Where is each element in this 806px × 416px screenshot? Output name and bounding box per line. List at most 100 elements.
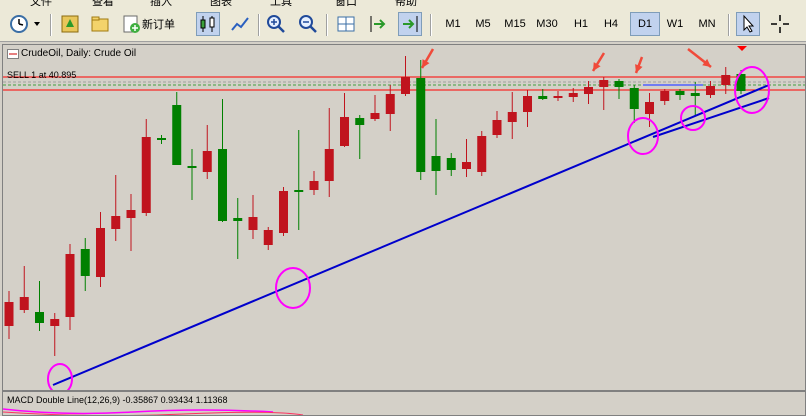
price-chart[interactable] bbox=[3, 45, 806, 390]
timeframe-m5[interactable]: M5 bbox=[468, 12, 498, 36]
chart-title: CrudeOil, Daily: Crude Oil bbox=[21, 48, 137, 59]
new-order-button[interactable]: 新订单 bbox=[120, 12, 186, 36]
toolbar-separator bbox=[728, 14, 730, 36]
toolbar: 新订单 M1 M5 M15 M30 H1 H4 D1 W1 MN bbox=[0, 6, 806, 42]
candle-body bbox=[660, 91, 670, 101]
candle-body bbox=[401, 77, 410, 94]
candle-body bbox=[614, 81, 624, 87]
candle-body bbox=[675, 91, 685, 95]
candle-body bbox=[340, 117, 349, 146]
candle-body bbox=[294, 190, 304, 192]
candle-body bbox=[111, 216, 121, 229]
macd-panel[interactable]: MACD Double Line(12,26,9) -0.35867 0.934… bbox=[3, 392, 805, 415]
toolbar-separator bbox=[430, 14, 432, 36]
bar-chart-button[interactable] bbox=[196, 12, 220, 36]
candle-body bbox=[126, 210, 136, 218]
candle-body bbox=[523, 96, 532, 112]
candle-body bbox=[96, 228, 105, 277]
candle-body bbox=[218, 149, 227, 221]
candle-body bbox=[706, 86, 715, 95]
candle-body bbox=[233, 218, 243, 221]
candle-body bbox=[324, 149, 334, 181]
folder-icon bbox=[91, 16, 109, 32]
candle-body bbox=[553, 96, 563, 98]
candle-body bbox=[446, 158, 456, 170]
candle-body bbox=[492, 120, 502, 135]
toolbar-separator bbox=[326, 14, 328, 36]
timeframe-h1[interactable]: H1 bbox=[566, 12, 596, 36]
zoom-out-icon bbox=[299, 15, 317, 33]
highlight-circle bbox=[275, 267, 311, 309]
candle-body bbox=[416, 78, 426, 172]
new-order-label: 新订单 bbox=[142, 18, 175, 31]
cursor-icon bbox=[743, 14, 755, 33]
timeframe-m15[interactable]: M15 bbox=[500, 12, 530, 36]
candle-body bbox=[172, 105, 182, 165]
chart-window-icon bbox=[7, 49, 19, 59]
auto-trading-button[interactable] bbox=[58, 12, 82, 36]
toolbar-separator bbox=[258, 14, 260, 36]
candle-body bbox=[477, 136, 487, 172]
candle-body bbox=[4, 302, 14, 326]
tile-windows-icon bbox=[337, 16, 355, 32]
current-bar-marker bbox=[737, 46, 747, 51]
candle-body bbox=[263, 230, 273, 245]
timeframe-m1[interactable]: M1 bbox=[438, 12, 468, 36]
profiles-button[interactable] bbox=[88, 12, 112, 36]
macd-lines bbox=[3, 408, 304, 415]
timeframe-w1[interactable]: W1 bbox=[660, 12, 690, 36]
candle-body bbox=[202, 151, 212, 172]
chart-shift-icon bbox=[370, 16, 386, 32]
highlight-circle bbox=[680, 105, 706, 131]
timeframe-m30[interactable]: M30 bbox=[532, 12, 562, 36]
crosshair-icon bbox=[771, 15, 789, 33]
autoscroll-icon bbox=[403, 16, 418, 32]
candle-body bbox=[187, 166, 197, 168]
line-chart-button[interactable] bbox=[228, 12, 252, 36]
candle-body bbox=[721, 75, 731, 85]
chart-window[interactable]: CrudeOil, Daily: Crude Oil SELL 1 at 40.… bbox=[2, 44, 806, 416]
timeframe-dropdown-button[interactable] bbox=[8, 12, 44, 36]
candle-body bbox=[645, 102, 654, 114]
candle-body bbox=[370, 113, 380, 119]
candle-body bbox=[248, 217, 258, 230]
chart-shift-button[interactable] bbox=[366, 12, 390, 36]
candle-body bbox=[538, 96, 548, 99]
candle-body bbox=[690, 93, 700, 96]
candle-body bbox=[629, 88, 639, 109]
candle-body bbox=[355, 118, 365, 125]
clock-icon bbox=[10, 15, 40, 33]
autotrade-icon bbox=[61, 15, 79, 33]
candle-body bbox=[65, 254, 75, 317]
candle-body bbox=[157, 138, 166, 140]
highlight-circle bbox=[47, 363, 73, 390]
candle-body bbox=[507, 112, 517, 122]
autoscroll-button[interactable] bbox=[398, 12, 422, 36]
zoom-in-icon bbox=[267, 15, 285, 33]
zoom-in-button[interactable] bbox=[264, 12, 288, 36]
candle-body bbox=[19, 297, 29, 310]
trendline-main bbox=[52, 84, 770, 386]
toolbar-separator bbox=[50, 14, 52, 36]
tile-windows-button[interactable] bbox=[334, 12, 358, 36]
candle-body bbox=[279, 191, 288, 233]
timeframe-h4[interactable]: H4 bbox=[596, 12, 626, 36]
candle-body bbox=[50, 319, 60, 326]
order-label: SELL 1 at 40.895 bbox=[7, 70, 77, 80]
candle-body bbox=[141, 137, 151, 213]
candle-body bbox=[584, 87, 593, 94]
candle-body bbox=[462, 162, 471, 169]
zoom-out-button[interactable] bbox=[296, 12, 320, 36]
timeframe-d1[interactable]: D1 bbox=[630, 12, 660, 36]
candle-body bbox=[80, 249, 90, 276]
candle-body bbox=[309, 181, 319, 190]
candle-body bbox=[385, 94, 395, 114]
crosshair-tool-button[interactable] bbox=[768, 12, 792, 36]
indicator-label: MACD Double Line(12,26,9) -0.35867 0.934… bbox=[7, 395, 228, 405]
trendline-secondary bbox=[652, 97, 770, 138]
candle-body bbox=[568, 93, 578, 97]
candle-body bbox=[431, 156, 441, 171]
new-order-icon bbox=[123, 15, 140, 33]
timeframe-mn[interactable]: MN bbox=[692, 12, 722, 36]
cursor-tool-button[interactable] bbox=[736, 12, 760, 36]
